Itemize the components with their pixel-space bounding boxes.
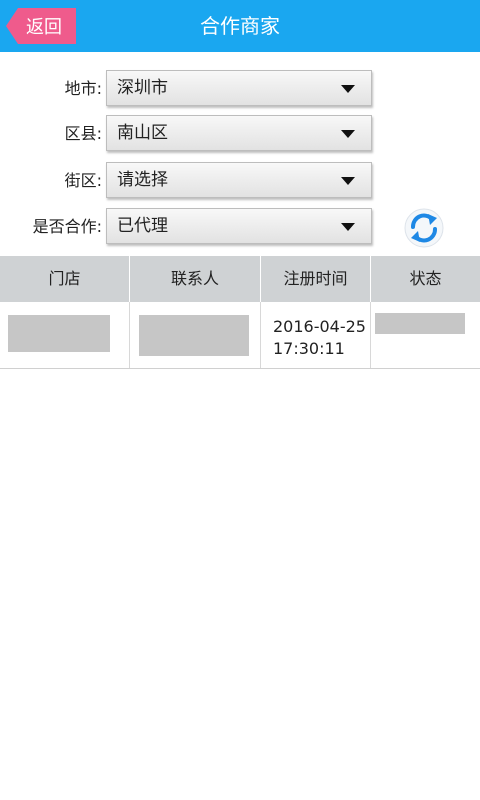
district-select[interactable]: 南山区: [106, 115, 372, 151]
register-clock: 17:30:11: [273, 339, 345, 358]
city-label: 地市:: [64, 79, 102, 98]
refresh-icon[interactable]: [404, 208, 444, 248]
dropdown-arrow-icon: [341, 85, 355, 93]
redacted-store: [8, 315, 110, 352]
city-select-value: 深圳市: [117, 78, 168, 98]
header-status: 状态: [409, 269, 442, 288]
filter-row-district: 区县: 南山区: [0, 113, 480, 153]
filter-row-city: 地市: 深圳市: [0, 68, 480, 108]
dropdown-arrow-icon: [341, 177, 355, 185]
cell-store: [0, 302, 130, 368]
table-header: 门店 联系人 注册时间 状态: [0, 256, 480, 302]
merchant-table: 门店 联系人 注册时间 状态 2016-04-25 17:30:11: [0, 256, 480, 369]
city-select[interactable]: 深圳市: [106, 70, 372, 106]
cooperation-select-value: 已代理: [117, 216, 168, 236]
dropdown-arrow-icon: [341, 223, 355, 231]
cell-register-time: 2016-04-25 17:30:11: [261, 302, 371, 368]
cooperation-select[interactable]: 已代理: [106, 208, 372, 244]
header-contact: 联系人: [130, 256, 261, 302]
table-row[interactable]: 2016-04-25 17:30:11: [0, 302, 480, 369]
block-label: 街区:: [64, 171, 102, 190]
block-select[interactable]: 请选择: [106, 162, 372, 198]
register-time-text: 2016-04-25 17:30:11: [273, 316, 366, 360]
register-date: 2016-04-25: [273, 317, 366, 336]
dropdown-arrow-icon: [341, 130, 355, 138]
page-title: 合作商家: [200, 14, 280, 38]
header-store: 门店: [0, 256, 130, 302]
district-label: 区县:: [64, 124, 102, 143]
redacted-status: [375, 313, 465, 334]
district-select-value: 南山区: [117, 123, 168, 143]
redacted-contact: [139, 315, 249, 356]
top-bar: 返回 合作商家: [0, 0, 480, 52]
cell-status: [371, 302, 480, 368]
cell-contact: [130, 302, 261, 368]
cooperation-label: 是否合作:: [32, 217, 102, 236]
header-register-time: 注册时间: [261, 256, 371, 302]
block-select-value: 请选择: [117, 170, 168, 190]
filter-row-block: 街区: 请选择: [0, 160, 480, 200]
